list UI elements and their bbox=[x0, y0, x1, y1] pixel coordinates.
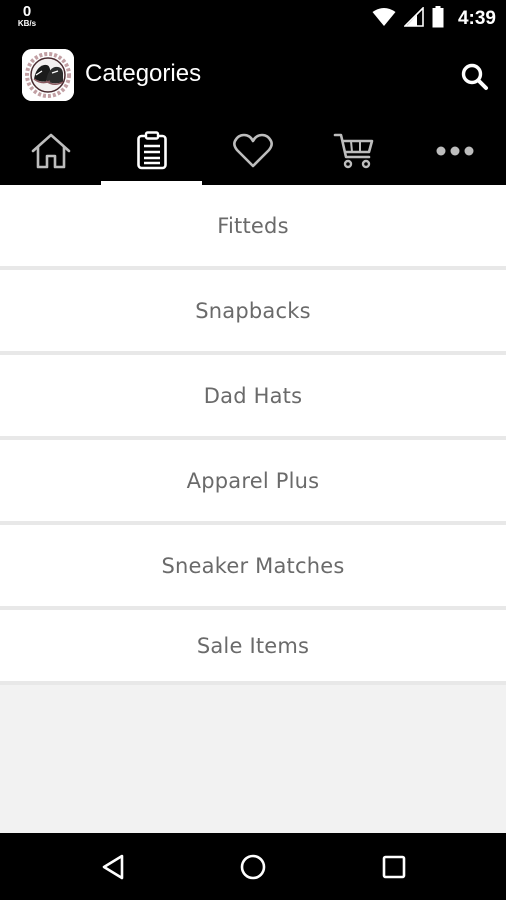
clipboard-list-icon bbox=[136, 130, 167, 169]
more-icon bbox=[436, 146, 474, 155]
category-list: Fitteds Snapbacks Dad Hats Apparel Plus … bbox=[0, 185, 506, 685]
page-title: Categories bbox=[85, 60, 202, 87]
tab-bar bbox=[0, 116, 506, 185]
category-item-sale-items[interactable]: Sale Items bbox=[0, 610, 506, 685]
home-button[interactable] bbox=[237, 851, 269, 883]
category-item-dad-hats[interactable]: Dad Hats bbox=[0, 355, 506, 440]
home-icon bbox=[31, 133, 70, 168]
back-button[interactable] bbox=[97, 851, 129, 883]
network-speed-value: 0 bbox=[22, 3, 32, 20]
wifi-icon bbox=[372, 7, 396, 32]
category-label: Snapbacks bbox=[195, 298, 311, 323]
home-circle-icon bbox=[240, 854, 266, 880]
recents-button[interactable] bbox=[378, 851, 410, 883]
signal-icon bbox=[403, 5, 424, 32]
heart-icon bbox=[233, 133, 273, 167]
network-speed-unit: KB/s bbox=[17, 19, 37, 28]
cart-icon bbox=[333, 133, 374, 168]
category-item-snapbacks[interactable]: Snapbacks bbox=[0, 270, 506, 355]
tab-categories[interactable] bbox=[101, 116, 203, 185]
category-label: Apparel Plus bbox=[186, 468, 320, 493]
tab-more[interactable] bbox=[405, 116, 506, 185]
tab-home[interactable] bbox=[0, 116, 101, 185]
tab-wishlist[interactable] bbox=[202, 116, 303, 185]
search-icon bbox=[461, 63, 488, 90]
status-bar: 0 KB/s 4:39 bbox=[0, 0, 506, 38]
category-item-apparel-plus[interactable]: Apparel Plus bbox=[0, 440, 506, 525]
battery-icon bbox=[432, 5, 444, 33]
category-label: Sale Items bbox=[196, 633, 310, 658]
hat-brand-logo-icon bbox=[22, 49, 74, 101]
status-time: 4:39 bbox=[457, 8, 496, 29]
search-button[interactable] bbox=[460, 62, 490, 92]
back-triangle-icon bbox=[102, 854, 124, 880]
category-item-sneaker-matches[interactable]: Sneaker Matches bbox=[0, 525, 506, 610]
system-nav-bar bbox=[0, 833, 506, 900]
category-label: Fitteds bbox=[217, 213, 289, 238]
recents-square-icon bbox=[382, 855, 406, 879]
app-logo[interactable] bbox=[22, 49, 74, 101]
category-label: Sneaker Matches bbox=[161, 553, 345, 578]
tab-cart[interactable] bbox=[304, 116, 405, 185]
network-speed: 0 KB/s bbox=[14, 4, 40, 28]
app-bar: Categories bbox=[0, 38, 506, 116]
category-item-fitteds[interactable]: Fitteds bbox=[0, 185, 506, 270]
category-label: Dad Hats bbox=[203, 383, 303, 408]
